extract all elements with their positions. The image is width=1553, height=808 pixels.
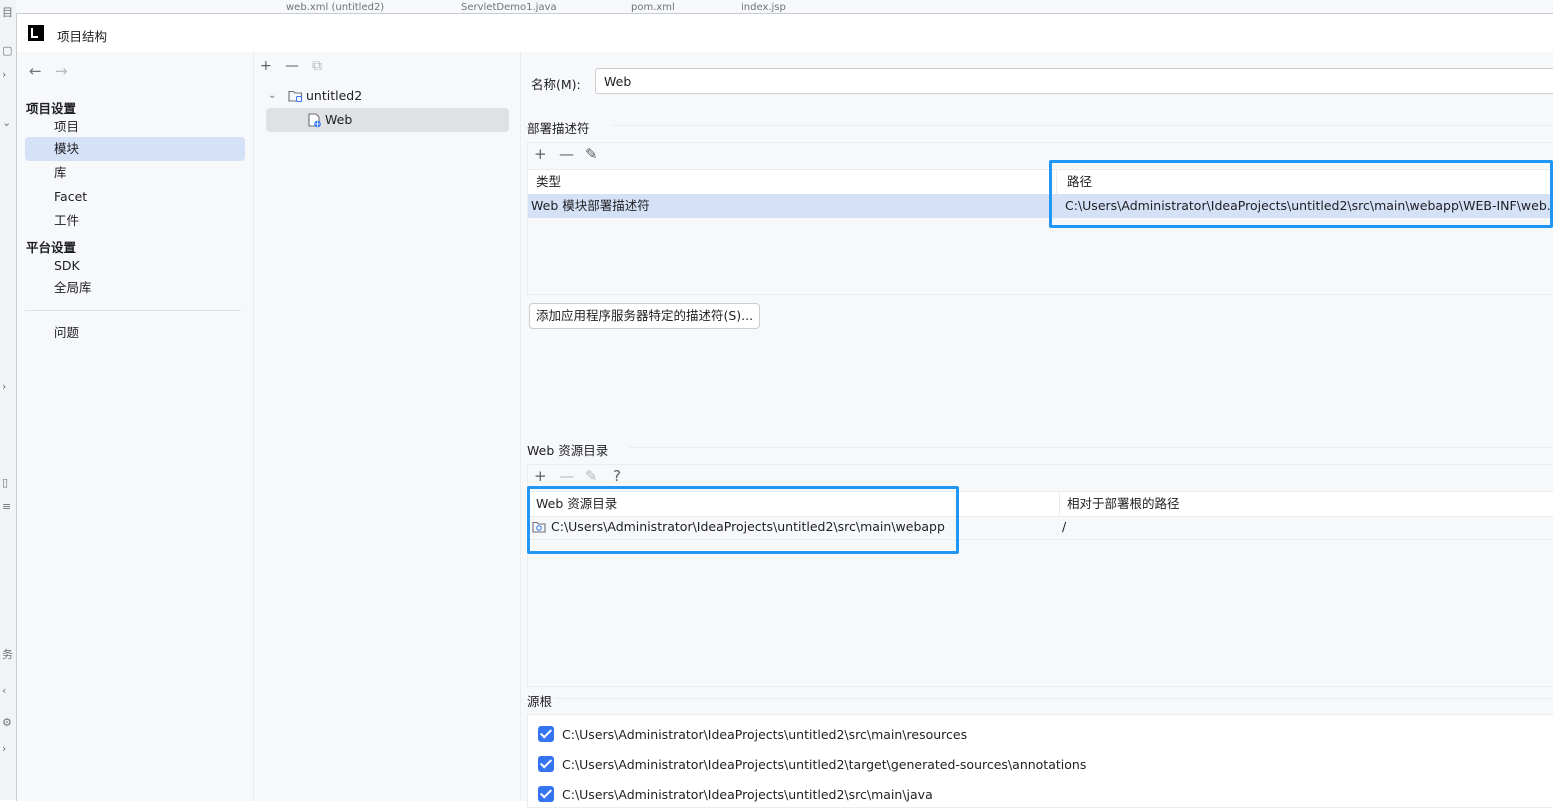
checkbox-checked[interactable] xyxy=(538,756,554,772)
bg-tab: ServletDemo1.java xyxy=(461,2,557,13)
column-separator xyxy=(1059,492,1060,516)
highlight-box-web-resource xyxy=(527,486,959,554)
list-item[interactable]: C:\Users\Administrator\IdeaProjects\unti… xyxy=(538,726,1538,744)
gear-icon: ⚙ xyxy=(2,716,12,729)
add-icon[interactable]: + xyxy=(534,467,547,485)
bg-tab: pom.xml xyxy=(631,2,675,13)
nav-divider xyxy=(25,310,241,311)
nav-item-facets[interactable]: Facet xyxy=(25,185,245,209)
name-input[interactable] xyxy=(595,68,1553,94)
web-facet-icon xyxy=(308,113,321,128)
dialog-title: 项目结构 xyxy=(57,29,108,44)
source-roots-panel: C:\Users\Administrator\IdeaProjects\unti… xyxy=(527,714,1553,808)
nav-item-libraries[interactable]: 库 xyxy=(25,161,245,185)
nav-item-problems[interactable]: 问题 xyxy=(25,321,245,345)
nav-item-artifacts[interactable]: 工件 xyxy=(25,209,245,233)
chevron-down-icon[interactable]: ⌄ xyxy=(268,84,276,108)
module-folder-icon xyxy=(288,90,303,102)
chevron-down-icon: ⌄ xyxy=(2,116,12,129)
panel-icon: ▯ xyxy=(2,476,9,489)
remove-icon[interactable]: — xyxy=(559,467,574,485)
tree-node-untitled2[interactable]: ⌄ untitled2 xyxy=(266,84,509,108)
bg-glyph: 务 xyxy=(2,648,13,661)
section-divider xyxy=(555,698,1553,699)
nav-item-project[interactable]: 项目 xyxy=(25,115,245,139)
section-divider xyxy=(613,125,1553,126)
chevron-right-icon: › xyxy=(2,380,7,393)
chevron-left-icon: ‹ xyxy=(2,684,7,697)
settings-nav: ← → 项目设置 项目 模块 库 Facet 工件 平台设置 SDK 全局库 问… xyxy=(17,52,254,801)
module-tree-panel: + — ⧉ ⌄ untitled2 Web xyxy=(254,52,521,801)
copy-icon[interactable]: ⧉ xyxy=(312,58,322,74)
intellij-logo-icon xyxy=(28,25,44,41)
source-roots-section-title: 源根 xyxy=(527,694,553,709)
remove-icon[interactable]: — xyxy=(559,145,574,163)
forward-arrow-icon[interactable]: → xyxy=(55,62,68,80)
tree-node-web[interactable]: Web xyxy=(266,108,509,132)
source-root-path: C:\Users\Administrator\IdeaProjects\unti… xyxy=(562,727,968,742)
source-root-path: C:\Users\Administrator\IdeaProjects\unti… xyxy=(562,757,1087,772)
highlight-box-path xyxy=(1049,160,1553,228)
web-resource-section-title: Web 资源目录 xyxy=(527,443,609,458)
deploy-section-title: 部署描述符 xyxy=(527,121,590,136)
web-resource-row-relative-path: / xyxy=(1062,519,1067,534)
column-header-relative-path[interactable]: 相对于部署根的路径 xyxy=(1067,492,1180,516)
bg-tab: index.jsp xyxy=(741,2,786,13)
chevron-right-icon: › xyxy=(2,68,7,81)
add-server-descriptor-button[interactable]: 添加应用程序服务器特定的描述符(S)... xyxy=(529,303,760,329)
tree-node-label: Web xyxy=(325,112,353,127)
background-ide-left-strip: 目 ▢ › ⌄ › ▯ ≡ 务 ‹ ⚙ › xyxy=(0,0,17,800)
background-editor-tabs: web.xml (untitled2) ServletDemo1.java po… xyxy=(16,0,1553,13)
edit-icon[interactable]: ✎ xyxy=(585,145,598,163)
add-icon[interactable]: + xyxy=(260,58,272,74)
deploy-row-type: Web 模块部署描述符 xyxy=(531,198,650,213)
section-divider xyxy=(629,447,1553,448)
module-settings-content: 名称(M): 部署描述符 + — ✎ 类型 路径 Web 模块部署描述符 C:\… xyxy=(521,52,1553,808)
add-icon[interactable]: + xyxy=(534,145,547,163)
nav-item-modules[interactable]: 模块 xyxy=(25,137,245,161)
list-icon: ≡ xyxy=(2,500,12,513)
chevron-right-icon: › xyxy=(2,742,7,755)
list-item[interactable]: C:\Users\Administrator\IdeaProjects\unti… xyxy=(538,756,1538,774)
bg-glyph: 目 xyxy=(2,6,13,19)
project-structure-dialog: 项目结构 ← → 项目设置 项目 模块 库 Facet 工件 平台设置 SDK … xyxy=(16,13,1553,808)
bg-tab: web.xml (untitled2) xyxy=(286,2,385,13)
list-item[interactable]: C:\Users\Administrator\IdeaProjects\unti… xyxy=(538,786,1538,804)
folder-icon: ▢ xyxy=(2,44,13,57)
checkbox-checked[interactable] xyxy=(538,726,554,742)
name-label: 名称(M): xyxy=(531,77,581,92)
tree-node-label: untitled2 xyxy=(306,88,363,103)
back-arrow-icon[interactable]: ← xyxy=(29,62,42,80)
remove-icon[interactable]: — xyxy=(285,58,299,74)
column-header-type[interactable]: 类型 xyxy=(536,170,561,194)
dialog-titlebar: 项目结构 xyxy=(17,14,1553,52)
nav-item-global-libraries[interactable]: 全局库 xyxy=(25,276,245,300)
help-icon[interactable]: ? xyxy=(613,467,621,485)
nav-item-sdk[interactable]: SDK xyxy=(25,254,245,278)
edit-icon[interactable]: ✎ xyxy=(585,467,598,485)
